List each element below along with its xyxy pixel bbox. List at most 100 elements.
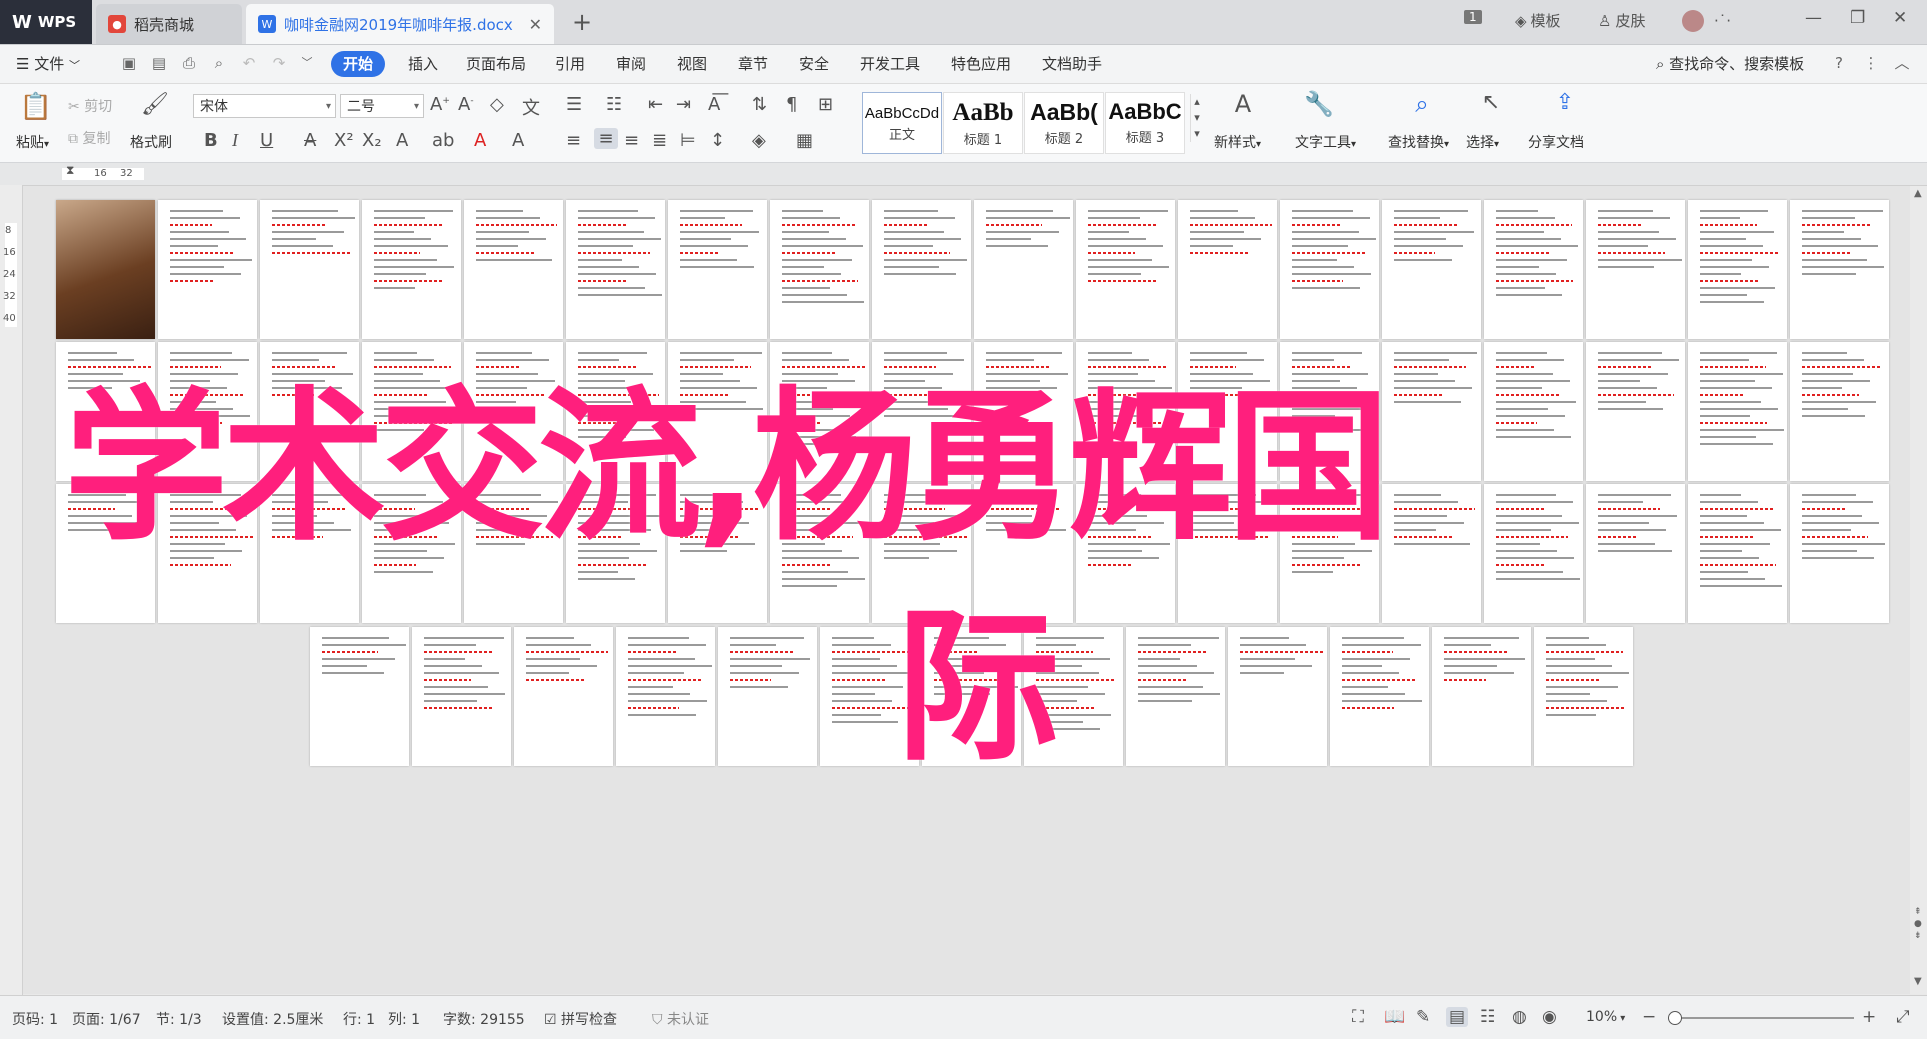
page-thumbnail[interactable] — [668, 200, 767, 339]
wps-home-tab[interactable]: W WPS — [0, 0, 92, 44]
highlight-icon[interactable]: ab — [432, 130, 454, 151]
paste-button[interactable]: 粘贴▾ — [16, 132, 49, 152]
page-thumbnail[interactable] — [1228, 627, 1327, 766]
page-thumbnail[interactable] — [1382, 200, 1481, 339]
tab-security[interactable]: 安全 — [793, 51, 835, 77]
auth-status[interactable]: ⛉ 未认证 — [652, 1009, 709, 1029]
cut-button[interactable]: ✂ 剪切 — [68, 96, 112, 116]
select-button[interactable]: 选择▾ — [1466, 132, 1499, 152]
undo-icon[interactable]: ↶ — [240, 54, 258, 72]
page-thumbnail[interactable] — [1484, 484, 1583, 623]
justify-icon[interactable]: ≣ — [652, 130, 667, 151]
restore-icon[interactable]: ❐ — [1850, 8, 1865, 28]
distribute-icon[interactable]: ⊨ — [680, 130, 696, 151]
fullscreen-icon[interactable]: ⛶ — [1352, 1007, 1364, 1027]
wrench-icon[interactable]: 🔧 — [1302, 90, 1336, 118]
line-spacing-icon[interactable]: ↕ — [710, 130, 725, 151]
sort-icon[interactable]: ⇅ — [752, 94, 767, 115]
tab-developer[interactable]: 开发工具 — [854, 51, 926, 77]
style-normal[interactable]: AaBbCcDd 正文 — [862, 92, 942, 154]
tab-view[interactable]: 视图 — [671, 51, 713, 77]
minimize-icon[interactable]: — — [1805, 8, 1822, 28]
status-page-number[interactable]: 页码: 1 — [12, 1009, 58, 1029]
print-icon[interactable]: ⎙ — [180, 54, 198, 72]
close-tab-icon[interactable]: ✕ — [529, 15, 542, 34]
paste-icon[interactable]: 📋 — [18, 92, 54, 122]
page-nav-icon[interactable]: ⇞ ● ⇟ — [1914, 906, 1922, 942]
font-color-icon[interactable]: A — [474, 130, 486, 151]
tab-review[interactable]: 审阅 — [610, 51, 652, 77]
zoom-slider-handle[interactable] — [1668, 1011, 1682, 1025]
page-thumbnail[interactable] — [566, 200, 665, 339]
chinese-layout-icon[interactable]: A͞ — [708, 94, 720, 115]
numbering-icon[interactable]: ☷ — [606, 94, 622, 115]
file-menu[interactable]: ☰ 文件 ﹀ — [10, 51, 86, 77]
page-thumbnail[interactable] — [1484, 342, 1583, 481]
fit-page-icon[interactable]: ⤢ — [1896, 1007, 1910, 1027]
increase-indent-icon[interactable]: ⇥ — [676, 94, 691, 115]
redo-icon[interactable]: ↷ — [270, 54, 288, 72]
eye-protection-icon[interactable]: ◉ — [1542, 1007, 1557, 1027]
scroll-up-icon[interactable]: ▲ — [1914, 188, 1922, 199]
indent-marker-icon[interactable]: ⧗ — [66, 163, 74, 178]
page-thumbnail[interactable] — [1382, 342, 1481, 481]
tab-references[interactable]: 引用 — [549, 51, 591, 77]
skin-button[interactable]: ♙ 皮肤 — [1598, 10, 1645, 31]
page-thumbnail[interactable] — [1484, 200, 1583, 339]
page-thumbnail[interactable] — [872, 200, 971, 339]
quick-access-more-icon[interactable]: ﹀ — [298, 54, 316, 72]
page-thumbnail[interactable] — [1790, 200, 1889, 339]
style-heading-3[interactable]: AaBbC 标题 3 — [1105, 92, 1185, 154]
close-window-icon[interactable]: ✕ — [1893, 8, 1907, 28]
status-column[interactable]: 列: 1 — [388, 1009, 420, 1029]
page-thumbnail[interactable] — [718, 627, 817, 766]
template-button[interactable]: ◈ 模板 — [1515, 10, 1561, 31]
decrease-indent-icon[interactable]: ⇤ — [648, 94, 663, 115]
page-thumbnail[interactable] — [1280, 200, 1379, 339]
vertical-scrollbar[interactable]: ▲ ▼ ⇞ ● ⇟ — [1910, 186, 1927, 994]
zoom-level[interactable]: 10% ▾ — [1586, 1009, 1625, 1025]
page-thumbnail[interactable] — [1076, 200, 1175, 339]
page-thumbnail[interactable] — [616, 627, 715, 766]
reading-mode-icon[interactable]: 📖 — [1384, 1007, 1405, 1027]
page-thumbnail[interactable] — [1586, 200, 1685, 339]
print-preview-icon[interactable]: ⌕ — [210, 54, 228, 72]
tab-home[interactable]: 开始 — [331, 51, 386, 77]
align-right-icon[interactable]: ≡ — [624, 130, 639, 151]
text-effect-icon[interactable]: A — [396, 130, 408, 151]
tab-page-layout[interactable]: 页面布局 — [460, 51, 532, 77]
new-tab-button[interactable]: + — [572, 8, 592, 36]
format-painter-icon[interactable]: 🖌 — [140, 92, 170, 117]
clear-format-icon[interactable]: ◇ — [490, 94, 504, 115]
outline-view-icon[interactable]: ☷ — [1480, 1007, 1495, 1027]
page-thumbnail[interactable] — [1790, 484, 1889, 623]
page-thumbnail[interactable] — [1178, 200, 1277, 339]
collapse-ribbon-icon[interactable]: ︿ — [1893, 54, 1911, 72]
page-thumbnail[interactable] — [362, 200, 461, 339]
web-view-icon[interactable]: ◍ — [1512, 1007, 1527, 1027]
page-thumbnail[interactable] — [1126, 627, 1225, 766]
format-painter-button[interactable]: 格式刷 — [130, 132, 172, 152]
page-thumbnail[interactable] — [1432, 627, 1531, 766]
style-heading-1[interactable]: AaBb 标题 1 — [943, 92, 1023, 154]
page-thumbnail[interactable] — [1688, 484, 1787, 623]
align-left-icon[interactable]: ≡ — [566, 130, 581, 151]
spell-check-button[interactable]: ☑ 拼写检查 — [544, 1009, 617, 1029]
borders-icon[interactable]: ▦ — [796, 130, 813, 151]
align-center-icon[interactable]: ≡ — [594, 128, 618, 149]
bullets-icon[interactable]: ☰ — [566, 94, 582, 115]
copy-button[interactable]: ⧉ 复制 — [68, 128, 110, 148]
find-replace-button[interactable]: 查找替换▾ — [1388, 132, 1449, 152]
page-thumbnail[interactable] — [974, 200, 1073, 339]
status-page[interactable]: 页面: 1/67 — [72, 1009, 141, 1029]
page-thumbnail[interactable] — [1790, 342, 1889, 481]
vertical-ruler[interactable]: 8 16 24 32 40 — [0, 185, 23, 995]
italic-icon[interactable]: I — [232, 130, 238, 151]
font-size-select[interactable]: 二号 ▾ — [340, 94, 424, 118]
font-name-select[interactable]: 宋体 ▾ — [193, 94, 336, 118]
grow-font-icon[interactable]: A+ — [430, 94, 450, 115]
share-icon[interactable]: ⇪ — [1548, 90, 1582, 115]
page-thumbnail[interactable] — [412, 627, 511, 766]
scroll-down-icon[interactable]: ▼ — [1914, 976, 1922, 987]
write-mode-icon[interactable]: ✎ — [1416, 1007, 1430, 1027]
